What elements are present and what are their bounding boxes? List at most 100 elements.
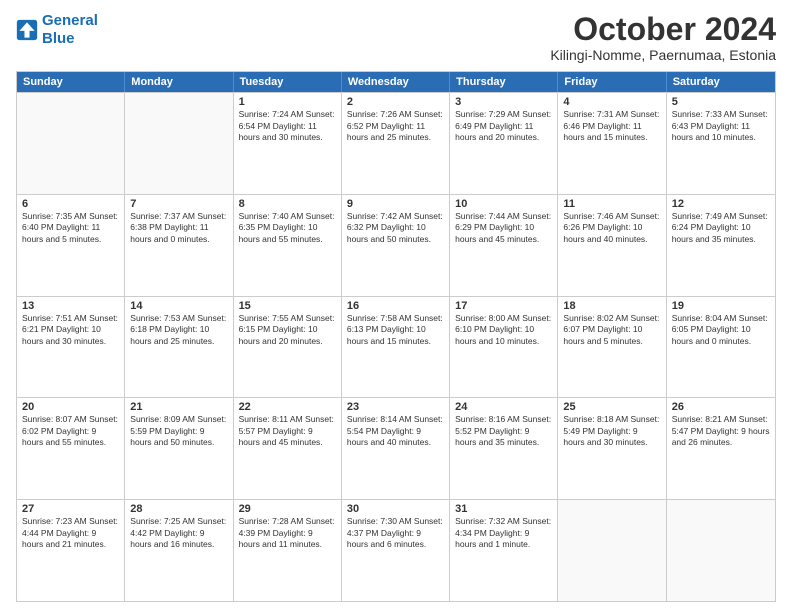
calendar-header-monday: Monday: [125, 72, 233, 92]
calendar-cell: 19Sunrise: 8:04 AM Sunset: 6:05 PM Dayli…: [667, 297, 775, 398]
calendar-cell: 21Sunrise: 8:09 AM Sunset: 5:59 PM Dayli…: [125, 398, 233, 499]
day-number: 27: [22, 503, 119, 515]
day-info: Sunrise: 8:21 AM Sunset: 5:47 PM Dayligh…: [672, 414, 770, 448]
day-number: 18: [563, 300, 660, 312]
day-info: Sunrise: 7:26 AM Sunset: 6:52 PM Dayligh…: [347, 109, 444, 143]
logo-general: General: [42, 12, 98, 29]
calendar-cell: [558, 500, 666, 601]
day-info: Sunrise: 8:14 AM Sunset: 5:54 PM Dayligh…: [347, 414, 444, 448]
calendar-header-friday: Friday: [558, 72, 666, 92]
day-number: 29: [239, 503, 336, 515]
day-number: 19: [672, 300, 770, 312]
calendar-cell: 29Sunrise: 7:28 AM Sunset: 4:39 PM Dayli…: [234, 500, 342, 601]
day-number: 5: [672, 96, 770, 108]
calendar-cell: 28Sunrise: 7:25 AM Sunset: 4:42 PM Dayli…: [125, 500, 233, 601]
day-info: Sunrise: 8:18 AM Sunset: 5:49 PM Dayligh…: [563, 414, 660, 448]
calendar-cell: 10Sunrise: 7:44 AM Sunset: 6:29 PM Dayli…: [450, 195, 558, 296]
day-info: Sunrise: 7:24 AM Sunset: 6:54 PM Dayligh…: [239, 109, 336, 143]
day-number: 25: [563, 401, 660, 413]
calendar-cell: 24Sunrise: 8:16 AM Sunset: 5:52 PM Dayli…: [450, 398, 558, 499]
day-info: Sunrise: 7:35 AM Sunset: 6:40 PM Dayligh…: [22, 211, 119, 245]
day-info: Sunrise: 8:16 AM Sunset: 5:52 PM Dayligh…: [455, 414, 552, 448]
day-info: Sunrise: 7:53 AM Sunset: 6:18 PM Dayligh…: [130, 313, 227, 347]
day-info: Sunrise: 7:25 AM Sunset: 4:42 PM Dayligh…: [130, 516, 227, 550]
day-info: Sunrise: 8:07 AM Sunset: 6:02 PM Dayligh…: [22, 414, 119, 448]
day-number: 30: [347, 503, 444, 515]
calendar-cell: 6Sunrise: 7:35 AM Sunset: 6:40 PM Daylig…: [17, 195, 125, 296]
calendar-cell: 3Sunrise: 7:29 AM Sunset: 6:49 PM Daylig…: [450, 93, 558, 194]
calendar-cell: 12Sunrise: 7:49 AM Sunset: 6:24 PM Dayli…: [667, 195, 775, 296]
calendar-cell: 22Sunrise: 8:11 AM Sunset: 5:57 PM Dayli…: [234, 398, 342, 499]
calendar-cell: 14Sunrise: 7:53 AM Sunset: 6:18 PM Dayli…: [125, 297, 233, 398]
day-number: 3: [455, 96, 552, 108]
calendar-cell: 23Sunrise: 8:14 AM Sunset: 5:54 PM Dayli…: [342, 398, 450, 499]
title-area: October 2024 Kilingi-Nomme, Paernumaa, E…: [550, 12, 776, 63]
calendar-header-sunday: Sunday: [17, 72, 125, 92]
calendar-cell: 9Sunrise: 7:42 AM Sunset: 6:32 PM Daylig…: [342, 195, 450, 296]
logo-icon: [16, 19, 38, 41]
day-info: Sunrise: 8:09 AM Sunset: 5:59 PM Dayligh…: [130, 414, 227, 448]
calendar-cell: 1Sunrise: 7:24 AM Sunset: 6:54 PM Daylig…: [234, 93, 342, 194]
day-number: 12: [672, 198, 770, 210]
calendar-cell: 30Sunrise: 7:30 AM Sunset: 4:37 PM Dayli…: [342, 500, 450, 601]
calendar-week-3: 13Sunrise: 7:51 AM Sunset: 6:21 PM Dayli…: [17, 296, 775, 398]
calendar: SundayMondayTuesdayWednesdayThursdayFrid…: [16, 71, 776, 602]
day-number: 28: [130, 503, 227, 515]
day-number: 14: [130, 300, 227, 312]
day-number: 16: [347, 300, 444, 312]
calendar-header: SundayMondayTuesdayWednesdayThursdayFrid…: [17, 72, 775, 92]
day-number: 31: [455, 503, 552, 515]
day-info: Sunrise: 7:51 AM Sunset: 6:21 PM Dayligh…: [22, 313, 119, 347]
day-info: Sunrise: 7:32 AM Sunset: 4:34 PM Dayligh…: [455, 516, 552, 550]
calendar-cell: 5Sunrise: 7:33 AM Sunset: 6:43 PM Daylig…: [667, 93, 775, 194]
day-number: 24: [455, 401, 552, 413]
day-number: 11: [563, 198, 660, 210]
day-number: 2: [347, 96, 444, 108]
day-number: 17: [455, 300, 552, 312]
day-number: 7: [130, 198, 227, 210]
calendar-cell: [125, 93, 233, 194]
day-info: Sunrise: 7:33 AM Sunset: 6:43 PM Dayligh…: [672, 109, 770, 143]
day-number: 9: [347, 198, 444, 210]
page: General Blue October 2024 Kilingi-Nomme,…: [0, 0, 792, 612]
day-number: 15: [239, 300, 336, 312]
logo-text: General Blue: [42, 12, 98, 48]
calendar-cell: 17Sunrise: 8:00 AM Sunset: 6:10 PM Dayli…: [450, 297, 558, 398]
day-number: 6: [22, 198, 119, 210]
logo-blue: Blue: [42, 30, 98, 48]
calendar-cell: [667, 500, 775, 601]
day-number: 23: [347, 401, 444, 413]
calendar-cell: 4Sunrise: 7:31 AM Sunset: 6:46 PM Daylig…: [558, 93, 666, 194]
calendar-cell: 26Sunrise: 8:21 AM Sunset: 5:47 PM Dayli…: [667, 398, 775, 499]
day-info: Sunrise: 8:11 AM Sunset: 5:57 PM Dayligh…: [239, 414, 336, 448]
day-info: Sunrise: 8:02 AM Sunset: 6:07 PM Dayligh…: [563, 313, 660, 347]
calendar-cell: 25Sunrise: 8:18 AM Sunset: 5:49 PM Dayli…: [558, 398, 666, 499]
day-number: 21: [130, 401, 227, 413]
calendar-cell: 20Sunrise: 8:07 AM Sunset: 6:02 PM Dayli…: [17, 398, 125, 499]
calendar-cell: 16Sunrise: 7:58 AM Sunset: 6:13 PM Dayli…: [342, 297, 450, 398]
day-info: Sunrise: 7:55 AM Sunset: 6:15 PM Dayligh…: [239, 313, 336, 347]
day-info: Sunrise: 7:49 AM Sunset: 6:24 PM Dayligh…: [672, 211, 770, 245]
calendar-cell: 7Sunrise: 7:37 AM Sunset: 6:38 PM Daylig…: [125, 195, 233, 296]
day-info: Sunrise: 7:29 AM Sunset: 6:49 PM Dayligh…: [455, 109, 552, 143]
day-number: 10: [455, 198, 552, 210]
day-number: 20: [22, 401, 119, 413]
calendar-cell: 2Sunrise: 7:26 AM Sunset: 6:52 PM Daylig…: [342, 93, 450, 194]
calendar-cell: 13Sunrise: 7:51 AM Sunset: 6:21 PM Dayli…: [17, 297, 125, 398]
day-number: 13: [22, 300, 119, 312]
calendar-cell: 18Sunrise: 8:02 AM Sunset: 6:07 PM Dayli…: [558, 297, 666, 398]
calendar-week-2: 6Sunrise: 7:35 AM Sunset: 6:40 PM Daylig…: [17, 194, 775, 296]
calendar-header-thursday: Thursday: [450, 72, 558, 92]
calendar-header-tuesday: Tuesday: [234, 72, 342, 92]
day-number: 8: [239, 198, 336, 210]
day-info: Sunrise: 8:00 AM Sunset: 6:10 PM Dayligh…: [455, 313, 552, 347]
day-info: Sunrise: 7:30 AM Sunset: 4:37 PM Dayligh…: [347, 516, 444, 550]
calendar-body: 1Sunrise: 7:24 AM Sunset: 6:54 PM Daylig…: [17, 92, 775, 601]
calendar-week-1: 1Sunrise: 7:24 AM Sunset: 6:54 PM Daylig…: [17, 92, 775, 194]
calendar-header-wednesday: Wednesday: [342, 72, 450, 92]
page-title: October 2024: [550, 12, 776, 47]
calendar-cell: [17, 93, 125, 194]
day-info: Sunrise: 7:42 AM Sunset: 6:32 PM Dayligh…: [347, 211, 444, 245]
day-info: Sunrise: 7:40 AM Sunset: 6:35 PM Dayligh…: [239, 211, 336, 245]
header: General Blue October 2024 Kilingi-Nomme,…: [16, 12, 776, 63]
